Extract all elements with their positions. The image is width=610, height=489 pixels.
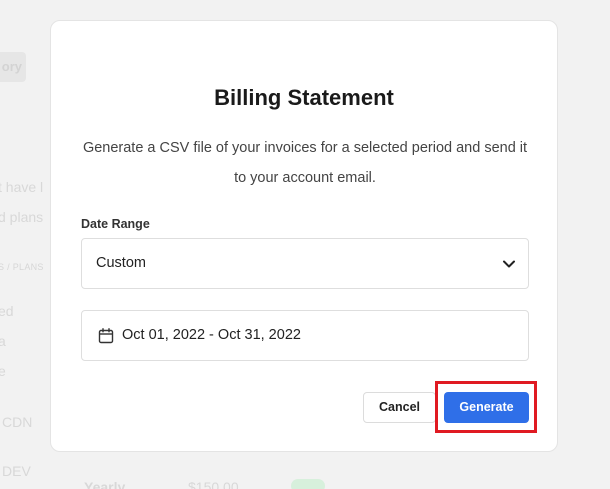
background-tab-label: ory (1, 59, 22, 74)
generate-button[interactable]: Generate (444, 392, 529, 423)
background-row-period: Yearly (84, 479, 126, 489)
date-range-label: Date Range (81, 217, 150, 231)
chevron-down-icon (503, 260, 515, 268)
background-tab: ory (0, 52, 26, 82)
modal-description: Generate a CSV file of your invoices for… (82, 140, 528, 186)
background-status-badge (291, 479, 325, 489)
background-list-item: ed (0, 303, 14, 319)
background-list-item: DEV (2, 463, 31, 479)
cancel-button[interactable]: Cancel (363, 392, 436, 423)
date-range-value: Oct 01, 2022 - Oct 31, 2022 (122, 327, 301, 343)
background-list-item: CDN (2, 414, 33, 430)
date-range-select[interactable]: Custom (81, 238, 529, 289)
modal-title: Billing Statement (214, 85, 394, 110)
background-text-line: t have l (0, 179, 44, 195)
background-section-label: S / PLANS (0, 262, 44, 272)
background-list-item: a (0, 333, 6, 349)
calendar-icon (98, 328, 114, 344)
date-range-selected-value: Custom (96, 255, 146, 271)
background-list-item: e (0, 363, 6, 379)
background-row-price: $150.00 (188, 479, 239, 489)
billing-statement-modal: Billing Statement Generate a CSV file of… (50, 20, 558, 452)
background-text-line: d plans (0, 209, 44, 225)
date-picker-field[interactable]: Oct 01, 2022 - Oct 31, 2022 (81, 310, 529, 361)
